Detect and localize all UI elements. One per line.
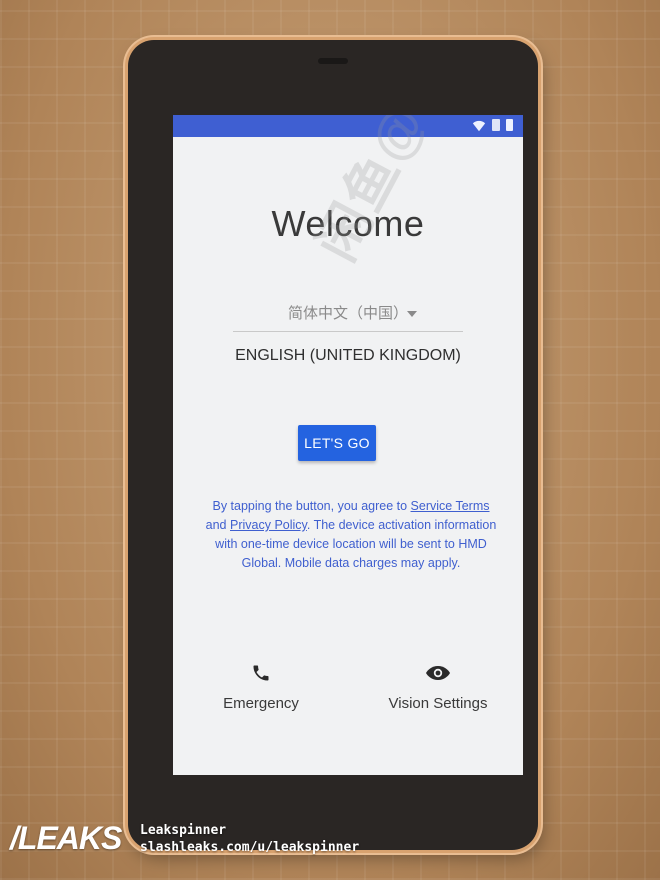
eye-icon: [426, 666, 450, 680]
leaks-logo: /LEAKS: [10, 820, 122, 856]
language-option-alt: 简体中文（中国）: [287, 305, 408, 322]
language-selected[interactable]: ENGLISH (UNITED KINGDOM): [173, 347, 523, 365]
phone-device: Welcome 简体中文（中国） ENGLISH (UNITED KINGDOM…: [128, 40, 538, 850]
setup-screen: Welcome 简体中文（中国） ENGLISH (UNITED KINGDOM…: [173, 115, 523, 775]
privacy-policy-link[interactable]: Privacy Policy: [230, 518, 307, 532]
overlay-watermark: 闲鱼@c1074320245: [293, 115, 523, 272]
language-dropdown[interactable]: 简体中文（中国）: [233, 297, 463, 332]
chevron-down-icon: [407, 311, 417, 317]
emergency-label: Emergency: [223, 695, 299, 712]
emergency-button[interactable]: Emergency: [191, 663, 331, 712]
vision-settings-label: Vision Settings: [388, 695, 488, 712]
leaks-credit: Leakspinner slashleaks.com/u/leakspinner: [140, 822, 359, 856]
leaks-username: Leakspinner: [140, 823, 227, 838]
wifi-icon: [472, 120, 486, 132]
vision-settings-button[interactable]: Vision Settings: [363, 663, 513, 712]
lets-go-button[interactable]: LET'S GO: [298, 425, 376, 461]
terms-part1: By tapping the button, you agree to: [212, 499, 411, 513]
battery-icon: [506, 119, 513, 131]
earpiece: [318, 58, 348, 64]
service-terms-link[interactable]: Service Terms: [411, 499, 490, 513]
leaks-url: slashleaks.com/u/leakspinner: [140, 840, 360, 855]
sim-icon: [492, 119, 500, 131]
status-icons: [472, 119, 513, 133]
phone-icon: [253, 665, 269, 681]
terms-part2: and: [205, 518, 230, 532]
terms-text: By tapping the button, you agree to Serv…: [201, 497, 501, 573]
